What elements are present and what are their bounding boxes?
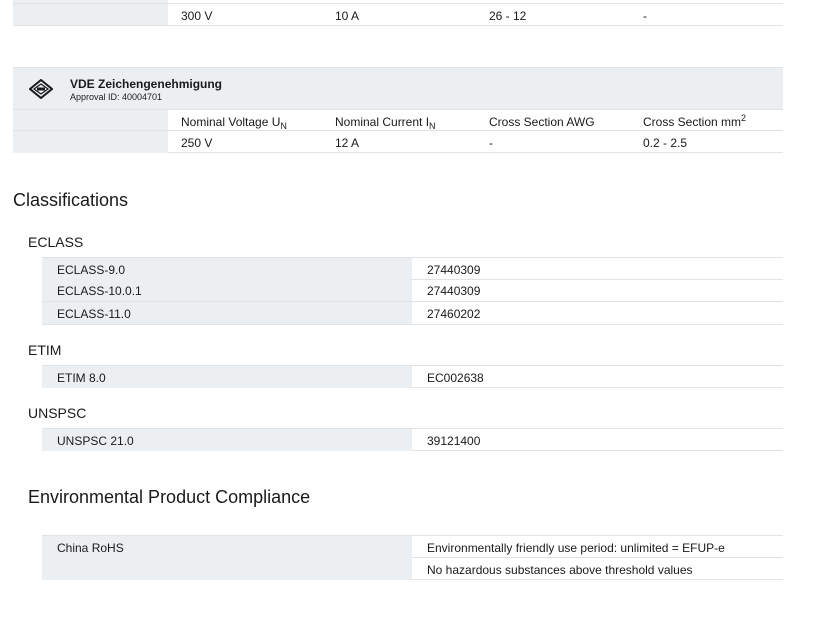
- vde-header: VDE Zeichengenehmigung Approval ID: 4000…: [13, 67, 783, 109]
- classifications-title: Classifications: [13, 190, 129, 210]
- prev-mm2: -: [643, 9, 647, 23]
- vde-approval-mark-icon: [28, 78, 54, 100]
- environmental-title: Environmental Product Compliance: [28, 487, 311, 507]
- header-cross-section-awg: Cross Section AWG: [489, 115, 595, 129]
- table-row: UNSPSC 21.0 39121400: [42, 428, 783, 451]
- rohs-table: China RoHS Environmentally friendly use …: [42, 535, 783, 580]
- vde-title: VDE Zeichengenehmigung: [70, 77, 223, 91]
- classification-label: ECLASS-11.0: [57, 307, 131, 321]
- classification-value: 27440309: [427, 284, 481, 298]
- prev-table-row: 300 V 10 A 26 - 12 -: [13, 3, 783, 26]
- vde-mm2: 0.2 - 2.5: [643, 136, 688, 150]
- table-row: ECLASS-10.0.1 27440309: [42, 280, 783, 302]
- unspsc-title: UNSPSC: [28, 405, 87, 421]
- prev-current: 10 A: [335, 9, 360, 23]
- prev-voltage: 300 V: [181, 9, 213, 23]
- table-row: ETIM 8.0 EC002638: [42, 365, 783, 388]
- classification-value: 27460202: [427, 307, 481, 321]
- etim-title: ETIM: [28, 342, 62, 358]
- vde-current: 12 A: [335, 136, 360, 150]
- classification-value: EC002638: [427, 371, 484, 385]
- prev-awg: 26 - 12: [489, 9, 527, 23]
- vde-approval-id: Approval ID: 40004701: [70, 92, 163, 102]
- classification-value: 27440309: [427, 263, 481, 277]
- rohs-label: China RoHS: [57, 541, 124, 555]
- eclass-title: ECLASS: [28, 234, 84, 250]
- classification-label: ECLASS-9.0: [57, 263, 126, 277]
- rohs-value-2: No hazardous substances above threshold …: [427, 563, 693, 577]
- table-row: ECLASS-11.0 27460202: [42, 302, 783, 325]
- header-cross-section-mm2: Cross Section mm2: [643, 113, 747, 130]
- table-row: ECLASS-9.0 27440309: [42, 257, 783, 280]
- classification-label: ETIM 8.0: [57, 371, 106, 385]
- header-nominal-current: Nominal Current IN: [335, 115, 436, 131]
- classification-value: 39121400: [427, 434, 481, 448]
- classification-label: ECLASS-10.0.1: [57, 284, 142, 298]
- vde-column-headers: Nominal Voltage UN Nominal Current IN Cr…: [13, 109, 783, 131]
- rohs-value-1: Environmentally friendly use period: unl…: [427, 541, 725, 555]
- vde-voltage: 250 V: [181, 136, 213, 150]
- vde-data-row: 250 V 12 A - 0.2 - 2.5: [13, 130, 783, 153]
- vde-awg: -: [489, 136, 493, 150]
- header-nominal-voltage: Nominal Voltage UN: [181, 115, 287, 131]
- classification-label: UNSPSC 21.0: [57, 434, 134, 448]
